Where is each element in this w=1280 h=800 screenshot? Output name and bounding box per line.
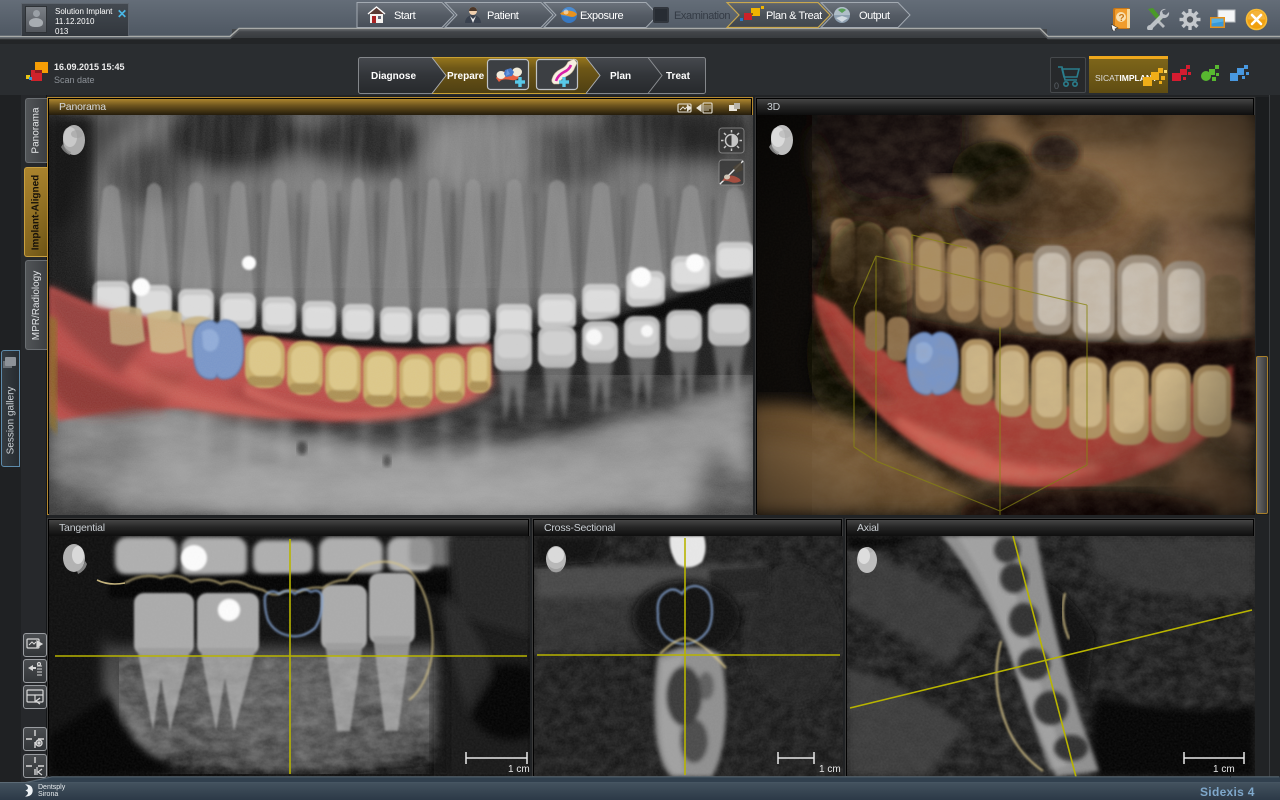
svg-text:1 cm: 1 cm xyxy=(508,764,530,775)
svg-text:1 cm: 1 cm xyxy=(1213,764,1235,775)
svg-text:Output: Output xyxy=(859,10,890,22)
svg-text:?: ? xyxy=(1119,13,1125,24)
svg-text:0: 0 xyxy=(1054,81,1059,91)
svg-text:Treat: Treat xyxy=(666,71,691,82)
svg-text:Exposure: Exposure xyxy=(580,10,624,22)
svg-text:Start: Start xyxy=(394,10,416,22)
svg-text:Prepare: Prepare xyxy=(447,71,485,82)
svg-text:1 cm: 1 cm xyxy=(819,764,841,775)
svg-text:Patient: Patient xyxy=(487,10,519,22)
svg-text:Plan: Plan xyxy=(610,71,631,82)
svg-text:Examination: Examination xyxy=(674,10,730,22)
svg-text:Diagnose: Diagnose xyxy=(371,71,416,82)
svg-text:Plan & Treat: Plan & Treat xyxy=(766,10,822,22)
